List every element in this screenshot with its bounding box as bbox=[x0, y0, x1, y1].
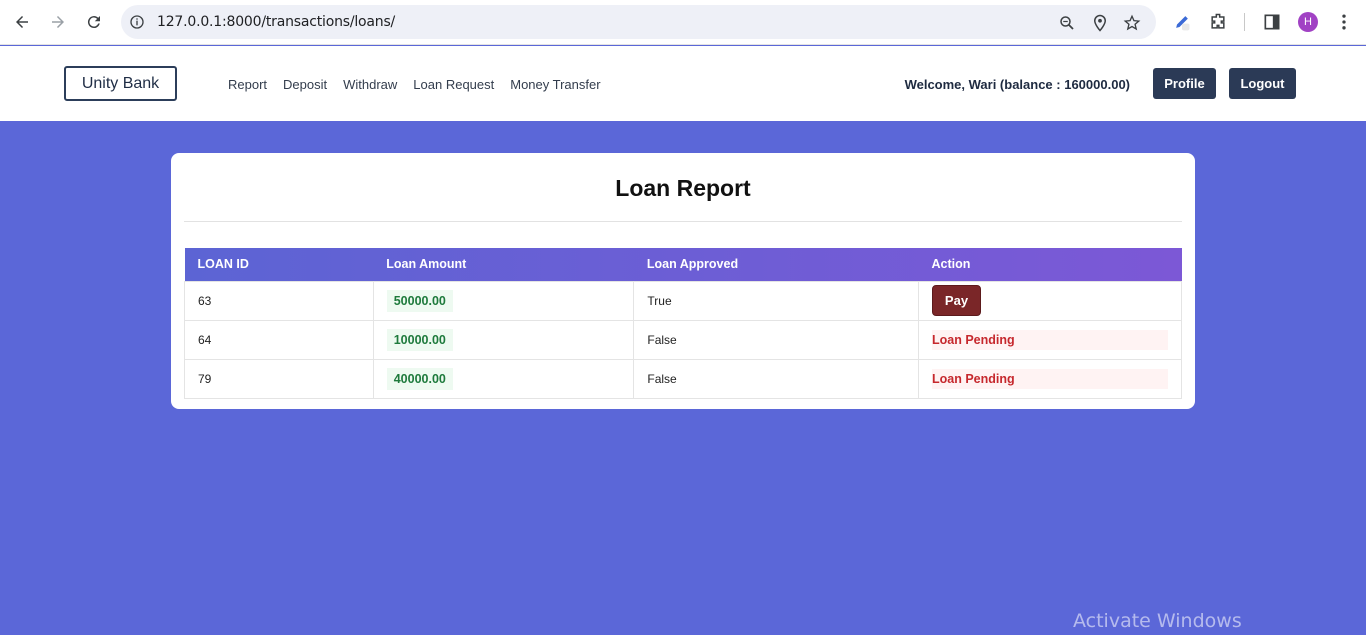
column-header-action: Action bbox=[931, 257, 971, 272]
loan-amount-cell: 40000.00 bbox=[372, 358, 635, 399]
column-header-loan-amount: Loan Amount bbox=[386, 257, 467, 272]
action-cell: Pay bbox=[918, 280, 1182, 321]
nav-link-deposit[interactable]: Deposit bbox=[283, 77, 327, 92]
loan-approved-cell: False bbox=[633, 319, 919, 360]
reload-icon[interactable] bbox=[82, 10, 106, 34]
nav-links: Report Deposit Withdraw Loan Request Mon… bbox=[228, 77, 601, 92]
loan-amount-cell: 10000.00 bbox=[372, 319, 635, 360]
bookmark-star-icon[interactable] bbox=[1123, 14, 1141, 32]
extension-pen-icon[interactable] bbox=[1172, 12, 1192, 32]
address-bar[interactable]: 127.0.0.1:8000/transactions/loans/ bbox=[121, 5, 1156, 39]
title-divider bbox=[184, 221, 1182, 222]
column-header-loan-id: LOAN ID bbox=[197, 257, 249, 272]
table-row: 79 40000.00 False Loan Pending bbox=[184, 358, 1182, 399]
loan-id-cell: 63 bbox=[184, 280, 374, 321]
extensions-puzzle-icon[interactable] bbox=[1208, 12, 1228, 32]
activate-windows-watermark: Activate Windows bbox=[1073, 610, 1242, 632]
site-navbar: Unity Bank Report Deposit Withdraw Loan … bbox=[0, 46, 1366, 121]
side-panel-icon[interactable] bbox=[1262, 12, 1282, 32]
page-title: Loan Report bbox=[615, 175, 751, 201]
loan-pending-status: Loan Pending bbox=[932, 368, 1168, 389]
logout-button[interactable]: Logout bbox=[1229, 68, 1296, 99]
nav-link-report[interactable]: Report bbox=[228, 77, 267, 92]
loan-id-cell: 64 bbox=[184, 319, 374, 360]
location-icon[interactable] bbox=[1091, 14, 1109, 32]
brand-logo[interactable]: Unity Bank bbox=[64, 66, 177, 101]
more-menu-icon[interactable] bbox=[1334, 12, 1354, 32]
profile-avatar[interactable]: H bbox=[1298, 12, 1318, 32]
action-cell: Loan Pending bbox=[918, 358, 1182, 399]
zoom-icon[interactable] bbox=[1058, 14, 1076, 32]
loan-amount-badge: 50000.00 bbox=[386, 289, 453, 312]
loan-amount-badge: 10000.00 bbox=[386, 328, 453, 351]
table-row: 63 50000.00 True Pay bbox=[184, 280, 1182, 321]
nav-link-money-transfer[interactable]: Money Transfer bbox=[510, 77, 600, 92]
loan-approved-cell: False bbox=[633, 358, 919, 399]
table-header-row: LOAN ID Loan Amount Loan Approved Action bbox=[184, 248, 1182, 281]
profile-button[interactable]: Profile bbox=[1153, 68, 1216, 99]
loan-approved-cell: True bbox=[633, 280, 919, 321]
browser-toolbar: 127.0.0.1:8000/transactions/loans/ H bbox=[0, 0, 1366, 45]
pay-button[interactable]: Pay bbox=[932, 285, 981, 316]
loan-table: LOAN ID Loan Amount Loan Approved Action… bbox=[184, 248, 1182, 399]
url-text: 127.0.0.1:8000/transactions/loans/ bbox=[157, 14, 396, 30]
loan-report-card: Loan Report LOAN ID Loan Amount Loan App… bbox=[171, 153, 1195, 409]
loan-amount-badge: 40000.00 bbox=[386, 367, 453, 390]
table-row: 64 10000.00 False Loan Pending bbox=[184, 319, 1182, 360]
column-header-loan-approved: Loan Approved bbox=[646, 257, 739, 272]
back-icon[interactable] bbox=[10, 10, 34, 34]
nav-link-withdraw[interactable]: Withdraw bbox=[343, 77, 397, 92]
loan-amount-cell: 50000.00 bbox=[372, 280, 635, 321]
action-cell: Loan Pending bbox=[918, 319, 1182, 360]
loan-id-cell: 79 bbox=[184, 358, 374, 399]
forward-icon[interactable] bbox=[46, 10, 70, 34]
nav-link-loan-request[interactable]: Loan Request bbox=[413, 77, 494, 92]
welcome-balance-text: Welcome, Wari (balance : 160000.00) bbox=[904, 77, 1130, 92]
loan-pending-status: Loan Pending bbox=[932, 329, 1168, 350]
toolbar-separator bbox=[1244, 13, 1245, 31]
site-info-icon[interactable] bbox=[129, 14, 145, 30]
